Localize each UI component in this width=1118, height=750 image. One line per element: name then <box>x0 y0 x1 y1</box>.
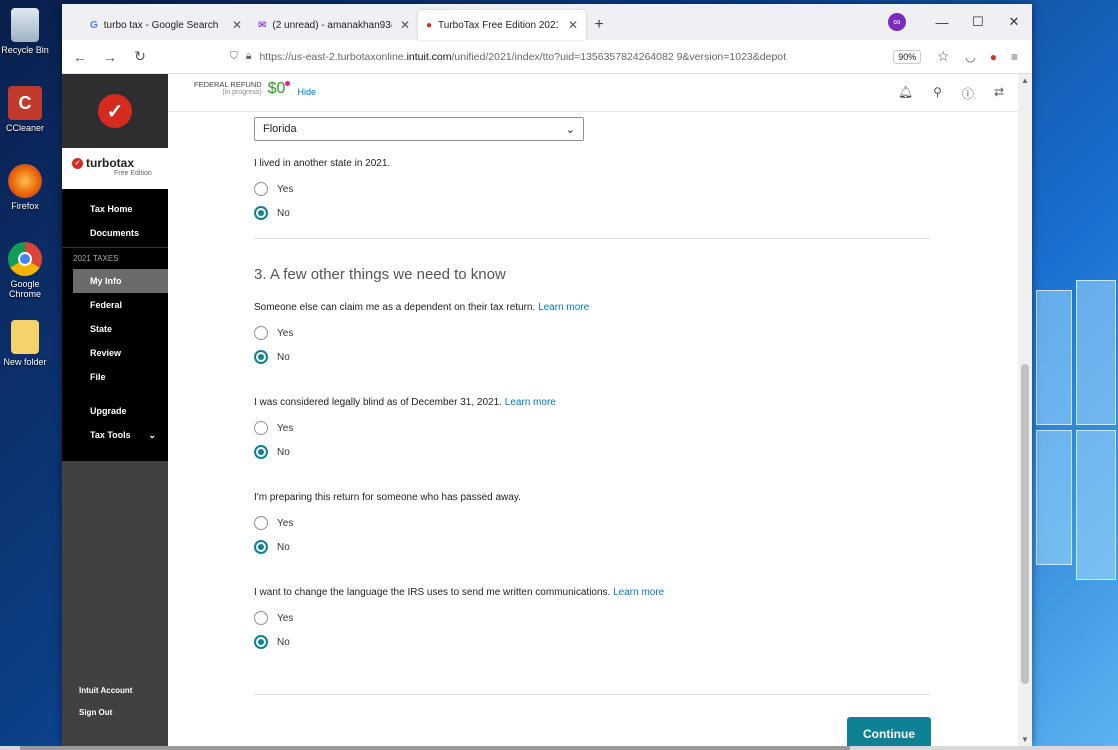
google-icon: G <box>90 19 98 31</box>
radio-language-no[interactable]: No <box>254 635 290 649</box>
reload-button[interactable]: ↻ <box>132 48 148 65</box>
folder-icon <box>11 320 39 354</box>
state-select[interactable]: Florida ⌄ <box>254 117 584 141</box>
turbotax-page: ✓ ✓ turbotax Free Edition Tax Home Docume… <box>62 74 1032 746</box>
url-text: https://us-east-2.turbotaxonline.intuit.… <box>259 50 787 63</box>
continue-button[interactable]: Continue <box>847 717 931 746</box>
bookmark-star-icon[interactable]: ☆ <box>935 48 951 65</box>
horizontal-scrollbar[interactable] <box>0 746 1118 750</box>
nav-bar: ← → ↻ ⛉ 🔒︎ https://us-east-2.turbotaxonl… <box>62 40 1032 74</box>
radio-dependent-yes[interactable]: Yes <box>254 326 293 340</box>
address-bar[interactable]: ⛉ 🔒︎ https://us-east-2.turbotaxonline.in… <box>222 44 879 70</box>
sidebar-item-state[interactable]: State <box>62 317 168 341</box>
help-icon[interactable]: ⓘ <box>962 85 974 102</box>
sidebar-item-tax-home[interactable]: Tax Home <box>62 197 168 221</box>
scrollbar-thumb[interactable] <box>1021 364 1029 684</box>
pocket-icon[interactable]: ◡ <box>965 50 975 64</box>
profile-icon[interactable]: ● <box>990 50 997 64</box>
sidebar-item-my-info[interactable]: My Info <box>73 269 168 293</box>
desktop-icon-recycle-bin[interactable]: Recycle Bin <box>0 4 50 82</box>
back-button[interactable]: ← <box>72 49 88 65</box>
sidebar-item-upgrade[interactable]: Upgrade <box>62 399 168 423</box>
mail-icon: ✉ <box>258 19 267 31</box>
divider <box>254 238 930 239</box>
windows-logo <box>1036 280 1116 580</box>
turbotax-check-icon: ✓ <box>72 157 83 169</box>
turbotax-icon: ● <box>426 19 433 31</box>
radio-deceased-yes[interactable]: Yes <box>254 516 293 530</box>
hide-refund-link[interactable]: Hide <box>297 87 316 97</box>
recycle-bin-icon <box>11 8 39 42</box>
learn-more-link[interactable]: Learn more <box>613 587 664 598</box>
menu-icon[interactable]: ≡ <box>1011 50 1018 64</box>
lock-icon[interactable]: 🔒︎ <box>246 50 252 63</box>
tab-bar: G turbo tax - Google Search ✕ ✉ (2 unrea… <box>62 4 1032 40</box>
ccleaner-icon: C <box>8 86 42 120</box>
radio-other-state-no[interactable]: No <box>254 206 290 220</box>
section-title: 3. A few other things we need to know <box>254 266 506 283</box>
search-icon[interactable]: ⚲ <box>933 85 942 102</box>
forward-button[interactable]: → <box>102 49 118 65</box>
close-icon[interactable]: ✕ <box>232 18 242 32</box>
tab-google-search[interactable]: G turbo tax - Google Search ✕ <box>82 10 250 40</box>
divider <box>254 694 930 695</box>
close-icon[interactable]: ✕ <box>400 18 410 32</box>
desktop-icon-firefox[interactable]: Firefox <box>0 160 50 238</box>
chevron-down-icon: ⌄ <box>148 430 156 440</box>
sidebar: ✓ ✓ turbotax Free Edition Tax Home Docume… <box>62 74 168 746</box>
chrome-icon <box>8 242 42 276</box>
question-language: I want to change the language the IRS us… <box>254 587 665 598</box>
main-content: Florida ⌄ I lived in another state in 20… <box>168 112 1018 746</box>
question-dependent: Someone else can claim me as a dependent… <box>254 302 590 313</box>
intuit-account-link[interactable]: Intuit Account <box>62 680 168 702</box>
page-header: FEDERAL REFUND (in progress) $0 Hide 🔔︎ … <box>168 74 1018 112</box>
sidebar-item-federal[interactable]: Federal <box>62 293 168 317</box>
shield-icon[interactable]: ⛉ <box>230 50 238 63</box>
radio-blind-no[interactable]: No <box>254 445 290 459</box>
tab-mail[interactable]: ✉ (2 unread) - amanakhan93@ya ✕ <box>250 10 418 40</box>
sidebar-item-documents[interactable]: Documents <box>62 221 168 245</box>
tab-turbotax[interactable]: ● TurboTax Free Edition 2021 ✕ <box>418 10 586 40</box>
question-deceased: I'm preparing this return for someone wh… <box>254 492 521 503</box>
refund-amount: $0 <box>267 80 291 97</box>
radio-deceased-no[interactable]: No <box>254 540 290 554</box>
sign-out-link[interactable]: Sign Out <box>62 702 168 724</box>
browser-window: G turbo tax - Google Search ✕ ✉ (2 unrea… <box>62 4 1032 746</box>
new-tab-button[interactable]: + <box>586 10 612 40</box>
desktop-icon-chrome[interactable]: Google Chrome <box>0 238 50 316</box>
sidebar-item-file[interactable]: File <box>62 365 168 389</box>
scroll-up-icon[interactable]: ▲ <box>1018 76 1032 85</box>
chevron-down-icon: ⌄ <box>565 123 575 136</box>
firefox-icon <box>8 164 42 198</box>
radio-language-yes[interactable]: Yes <box>254 611 293 625</box>
maximize-button[interactable]: ☐ <box>960 14 996 30</box>
sidebar-item-tax-tools[interactable]: Tax Tools ⌄ <box>62 423 168 447</box>
scrollbar[interactable]: ▲ ▼ <box>1018 74 1032 746</box>
zoom-indicator[interactable]: 90% <box>893 49 922 64</box>
turbotax-logo[interactable]: ✓ <box>62 74 168 148</box>
desktop-icon-ccleaner[interactable]: C CCleaner <box>0 82 50 160</box>
close-window-button[interactable]: ✕ <box>996 14 1032 30</box>
scroll-down-icon[interactable]: ▼ <box>1018 735 1032 744</box>
brand-block: ✓ turbotax Free Edition <box>62 148 168 189</box>
learn-more-link[interactable]: Learn more <box>505 397 556 408</box>
switch-icon[interactable]: ⇄ <box>994 85 1004 102</box>
question-other-state: I lived in another state in 2021. <box>254 158 391 169</box>
radio-other-state-yes[interactable]: Yes <box>254 182 293 196</box>
extension-icon[interactable]: ∞ <box>888 13 906 31</box>
sidebar-menu: Tax Home Documents 2021 TAXES My Info Fe… <box>62 189 168 461</box>
desktop-icon-new-folder[interactable]: New folder <box>0 316 50 394</box>
close-icon[interactable]: ✕ <box>568 18 578 32</box>
bell-icon[interactable]: 🔔︎ <box>898 85 913 102</box>
learn-more-link[interactable]: Learn more <box>538 302 589 313</box>
sidebar-item-review[interactable]: Review <box>62 341 168 365</box>
radio-blind-yes[interactable]: Yes <box>254 421 293 435</box>
federal-refund: FEDERAL REFUND (in progress) $0 Hide <box>194 80 316 97</box>
checkmark-icon: ✓ <box>98 94 132 128</box>
sidebar-section-label: 2021 TAXES <box>62 247 168 269</box>
minimize-button[interactable]: — <box>924 15 960 30</box>
question-blind: I was considered legally blind as of Dec… <box>254 397 556 408</box>
radio-dependent-no[interactable]: No <box>254 350 290 364</box>
